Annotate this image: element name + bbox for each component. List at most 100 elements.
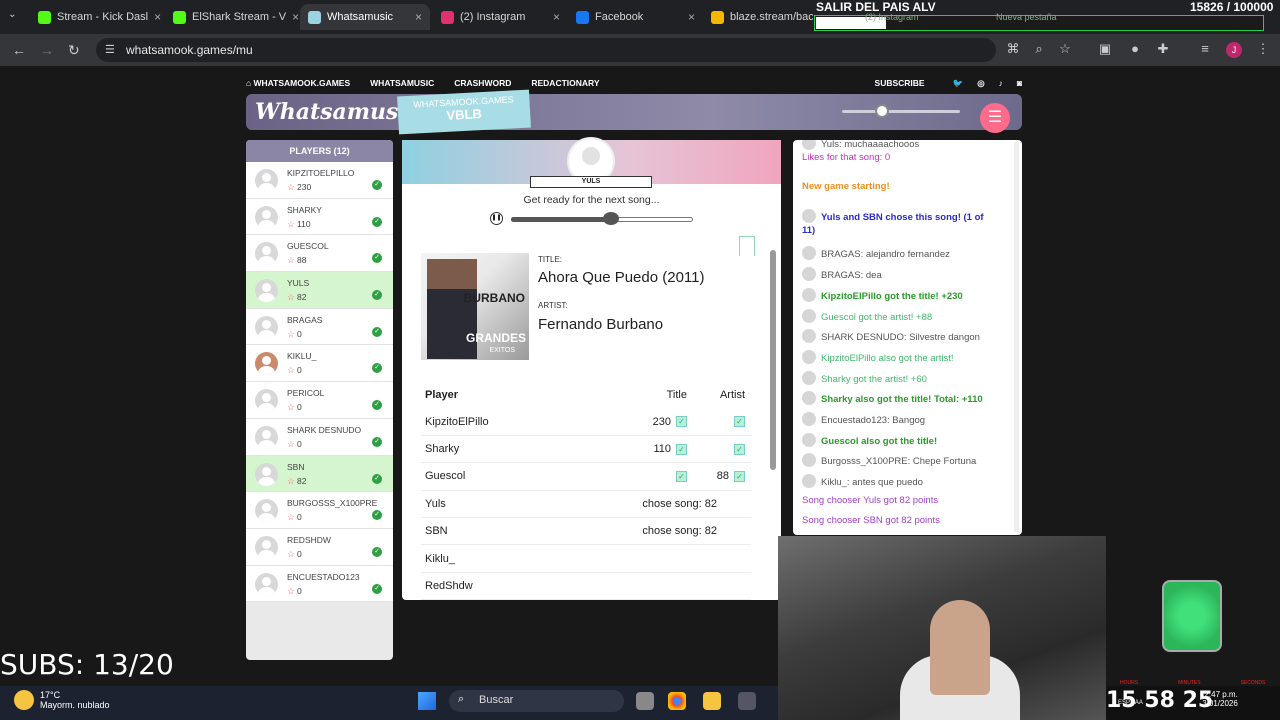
chat-scrollbar[interactable] (1014, 142, 1019, 532)
tab-list-button[interactable]: ⌄ (8, 9, 16, 20)
menu-hamburger-icon[interactable]: ☰ (980, 103, 1010, 133)
zoom-icon[interactable]: ⌕ (1030, 41, 1048, 59)
bookmark-star-icon[interactable]: ☆ (1056, 41, 1074, 59)
browser-tab[interactable]: (2) Instagram × (433, 4, 568, 30)
back-icon[interactable]: ← (12, 42, 26, 58)
timer-hours-label: HOURS (1120, 680, 1139, 686)
result-note: chose song: 82 (642, 497, 717, 510)
tab-close-icon[interactable]: × (415, 10, 422, 24)
ready-check-icon: ✓ (372, 473, 382, 484)
pause-icon[interactable]: ❚❚ (490, 212, 503, 225)
start-windows-icon[interactable] (418, 692, 436, 710)
weather-desc: Mayorm. nublado (40, 700, 110, 710)
status-text: Get ready for the next song... (523, 194, 660, 206)
ready-check-icon: ✓ (372, 290, 382, 301)
chat-message: Song chooser Yuls got 82 points (802, 495, 939, 506)
tab-favicon-icon (308, 10, 321, 24)
browser-tab[interactable]: ElShark Stream - V × (165, 4, 300, 30)
players-panel: PLAYERS (12) KIPZITOELPILLO ☆ 230 ✓ SHARKY ☆… (246, 140, 393, 660)
player-name: SBN (287, 461, 305, 472)
result-title: 110 ✓ (601, 443, 691, 455)
media-icon[interactable]: ≡ (1196, 41, 1214, 59)
timer-seconds-label: SECONDS (1240, 680, 1266, 686)
instagram-icon[interactable]: ◎ (977, 78, 984, 89)
twitter-icon[interactable]: 🐦 (953, 78, 964, 89)
extension-icon[interactable]: ▣ (1096, 41, 1114, 59)
jar-overlay (1162, 580, 1222, 652)
chat-message: KipzitoElPillo got the title! +230 (802, 288, 963, 302)
result-player: Sharky (425, 442, 460, 455)
folder-icon[interactable] (703, 692, 721, 710)
player-points: ☆ 0 (287, 328, 302, 339)
profile-avatar[interactable]: J (1226, 42, 1242, 58)
discord-icon[interactable]: ◙ (1017, 78, 1022, 88)
site-info-icon[interactable]: ☰ (105, 43, 115, 56)
extension-2-icon[interactable]: ● (1126, 41, 1144, 59)
player-row[interactable]: BRAGAS ☆ 0 ✓ (246, 308, 393, 346)
tab-close-icon[interactable]: × (154, 10, 161, 24)
player-row[interactable]: REDSHDW ☆ 0 ✓ (246, 528, 393, 566)
tiktok-icon[interactable]: ♪ (999, 78, 1003, 88)
col-title: Title (666, 388, 687, 401)
player-row[interactable]: ENCUESTADO123 ☆ 0 ✓ (246, 565, 393, 603)
language-indicator[interactable]: ESP LAA (1118, 700, 1148, 706)
player-row[interactable]: SHARKY ☆ 110 ✓ (246, 198, 393, 236)
chat-avatar (802, 209, 816, 223)
url-bar[interactable]: whatsamook.games/mu (96, 38, 996, 62)
player-avatar (255, 352, 278, 376)
browser-tab[interactable]: Facebook × (568, 4, 703, 30)
weather-widget[interactable]: 17°C Mayorm. nublado (40, 690, 110, 710)
results-row: Sharky 110 ✓ ✓ (421, 436, 751, 464)
subscribe-link[interactable]: SUBSCRIBE (875, 78, 925, 88)
nav-whatsamusic[interactable]: WHATSAMUSIC (370, 78, 434, 88)
player-row[interactable]: KIKLU_ ☆ 0 ✓ (246, 345, 393, 383)
tab-close-icon[interactable]: × (292, 10, 299, 24)
player-points: ☆ 110 (287, 218, 311, 229)
ready-check-icon: ✓ (372, 510, 382, 521)
player-row[interactable]: PERICOL ☆ 0 ✓ (246, 382, 393, 419)
results-row: Yuls chose song: 82 (421, 491, 751, 518)
nav-redactionary[interactable]: REDACTIONARY (531, 78, 599, 88)
extensions-puzzle-icon[interactable]: ✚ (1154, 41, 1172, 59)
browser-tab[interactable]: Stream - Kick Dasl × (30, 4, 165, 30)
taskview-icon[interactable] (636, 692, 654, 710)
player-row[interactable]: KIPZITOELPILLO ☆ 230 ✓ (246, 162, 393, 199)
star-icon: ☆ (287, 365, 295, 376)
tab-title: (2) Instagram (460, 11, 526, 23)
nav-home-link[interactable]: ⌂ WHATSAMOOK.GAMES (246, 78, 350, 88)
chrome-icon[interactable] (668, 692, 686, 710)
system-clock[interactable]: 12:47 p.m. 3/01/2026 (1200, 690, 1238, 708)
nav-crashword[interactable]: CRASHWORD (454, 78, 511, 88)
star-icon: ☆ (287, 218, 295, 229)
volume-knob[interactable] (875, 104, 889, 118)
player-row[interactable]: YULS ☆ 82 ✓ (246, 272, 393, 309)
player-row[interactable]: SBN ☆ 82 ✓ (246, 455, 393, 493)
tab-close-icon[interactable]: × (553, 10, 560, 24)
player-row[interactable]: GUESCOL ☆ 88 ✓ (246, 235, 393, 273)
ready-check-icon: ✓ (372, 546, 382, 557)
player-row[interactable]: BURGOSSS_X100PRE ☆ 0 ✓ (246, 492, 393, 529)
reload-icon[interactable]: ↻ (68, 42, 80, 59)
app-icon[interactable] (738, 692, 756, 710)
timer-minutes-label: MINUTES (1178, 680, 1201, 686)
results-table: Player Title Artist KipzitoElPillo 230 ✓ ✓ S… (421, 381, 751, 601)
ready-check-icon: ✓ (372, 180, 382, 190)
volume-slider[interactable] (842, 110, 960, 113)
taskbar-search[interactable]: Buscar (449, 690, 624, 712)
site-top-nav: ⌂ WHATSAMOOK.GAMES WHATSAMUSIC CRASHWORD… (246, 74, 1022, 92)
song-panel-scrollbar[interactable] (770, 250, 776, 470)
tab-close-icon[interactable]: × (688, 10, 695, 24)
browser-tab[interactable]: Whatsamusic × (300, 4, 430, 30)
browser-menu-icon[interactable]: ⋮ (1254, 41, 1272, 59)
clock-date: 3/01/2026 (1202, 699, 1238, 708)
forward-icon[interactable]: → (40, 42, 54, 58)
player-name: KIPZITOELPILLO (287, 168, 355, 178)
whatsamusic-logo: Whatsamusic (255, 99, 421, 125)
player-name: SHARKY (287, 204, 322, 215)
player-row[interactable]: SHARK DESNUDO ☆ 0 ✓ (246, 418, 393, 456)
translate-icon[interactable]: ⌘ (1004, 41, 1022, 59)
chat-panel: Yuls: muchaaaachooos Likes for that song:… (793, 140, 1022, 535)
clock-time: 12:47 p.m. (1200, 690, 1238, 699)
browser-tab[interactable]: blaze.stream/back× (703, 4, 813, 30)
bookmark-icon[interactable] (739, 236, 755, 256)
